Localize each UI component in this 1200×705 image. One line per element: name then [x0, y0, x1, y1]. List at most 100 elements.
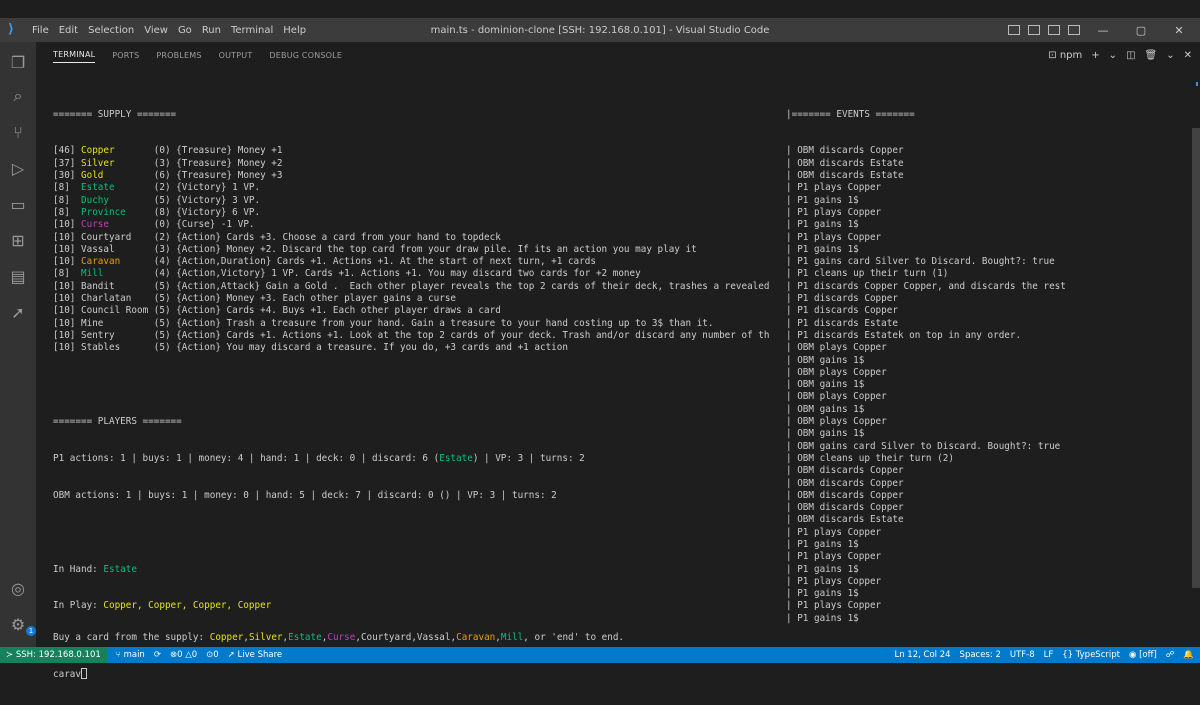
supply-description: {Victory} 3 VP.	[176, 194, 261, 206]
more-actions-icon[interactable]: ⌄	[1166, 50, 1174, 61]
supply-cost: (8)	[153, 206, 171, 218]
tab-output[interactable]: OUTPUT	[219, 48, 253, 63]
supply-card-name: Council Room	[81, 305, 149, 317]
split-terminal-icon[interactable]: ◫	[1126, 50, 1135, 61]
supply-card-name: Caravan	[81, 256, 121, 268]
prompt-option: Mill	[500, 631, 524, 643]
scrollbar-thumb[interactable]	[1192, 128, 1200, 588]
event-line: | P1 gains 1$	[786, 219, 859, 231]
live-share-button[interactable]: ➚ Live Share	[228, 650, 282, 660]
close-panel-icon[interactable]: ✕	[1184, 50, 1192, 61]
prompt-option: Curse	[327, 631, 356, 643]
extensions-icon[interactable]: ⊞	[8, 230, 28, 250]
language-mode[interactable]: {} TypeScript	[1062, 650, 1120, 660]
terminal-shell-selector[interactable]: ⊡ npm	[1048, 50, 1082, 61]
supply-cost: (4)	[153, 256, 171, 268]
new-terminal-icon[interactable]: +	[1091, 50, 1099, 61]
line-ending[interactable]: LF	[1044, 650, 1054, 660]
prompt-option: Caravan	[456, 631, 496, 643]
tab-ports[interactable]: PORTS	[112, 48, 139, 63]
accounts-icon[interactable]: ◎	[8, 578, 28, 598]
supply-row: [10] Courtyard (2) {Action} Cards +3. Cho…	[53, 232, 783, 244]
customize-layout-icon[interactable]	[1068, 25, 1080, 35]
vscode-logo-icon: ⟩	[8, 22, 14, 37]
menu-go[interactable]: Go	[178, 25, 192, 36]
source-control-icon[interactable]: ⑂	[8, 122, 28, 142]
maximize-button[interactable]: ▢	[1126, 24, 1156, 37]
chevron-down-icon[interactable]: ⌄	[1109, 50, 1117, 61]
supply-description: {Action} Cards +4. Buys +1. Each other p…	[176, 305, 501, 317]
kill-terminal-icon[interactable]: 🗑	[1145, 50, 1158, 61]
supply-row: [8] Duchy (5) {Victory} 3 VP.	[53, 195, 783, 207]
supply-cost: (5)	[153, 194, 171, 206]
supply-description: {Action} Cards +1. Actions +1. Look at t…	[176, 329, 770, 341]
toggle-panel-icon[interactable]	[1028, 25, 1040, 35]
obm-status-line: OBM actions: 1 | buys: 1 | money: 0 | ha…	[53, 489, 557, 501]
supply-count: [10]	[53, 305, 76, 317]
supply-description: {Action} You may discard a treasure. If …	[176, 342, 568, 354]
supply-card-name: Gold	[81, 170, 104, 182]
branch-indicator[interactable]: ⑂ main	[116, 650, 145, 660]
supply-cost: (2)	[153, 182, 171, 194]
tab-problems[interactable]: PROBLEMS	[156, 48, 201, 63]
terminal-icon: ⊡	[1048, 49, 1057, 61]
input-value[interactable]: carav	[53, 669, 81, 680]
sync-icon[interactable]: ⟳	[154, 650, 161, 660]
event-line: | P1 discards Copper	[786, 293, 898, 305]
cursor-position[interactable]: Ln 12, Col 24	[894, 650, 950, 660]
event-line: | P1 cleans up their turn (1)	[786, 268, 949, 280]
encoding[interactable]: UTF-8	[1010, 650, 1035, 660]
problems-indicator[interactable]: ⊗0 △0	[170, 650, 197, 660]
manage-gear-icon[interactable]: ⚙ 1	[8, 614, 36, 636]
close-window-button[interactable]: ✕	[1164, 24, 1194, 37]
testing-icon[interactable]: ▤	[8, 266, 28, 286]
supply-count: [46]	[53, 145, 76, 157]
minimize-button[interactable]: —	[1088, 24, 1118, 37]
supply-count: [8]	[53, 268, 76, 280]
tab-terminal[interactable]: TERMINAL	[53, 47, 96, 63]
supply-description: {Action} Trash a treasure from your hand…	[176, 317, 714, 329]
event-line: | P1 gains 1$	[786, 612, 859, 624]
prompt-option: ,Courtyard,Vassal,	[355, 631, 457, 643]
menu-edit[interactable]: Edit	[59, 25, 78, 36]
explorer-icon[interactable]: ❐	[8, 52, 28, 72]
supply-description: {Treasure} Money +3	[176, 170, 283, 182]
menu-selection[interactable]: Selection	[88, 25, 134, 36]
run-debug-icon[interactable]: ▷	[8, 158, 28, 178]
notifications-bell-icon[interactable]: 🔔	[1183, 650, 1194, 660]
feedback-icon[interactable]: ☍	[1166, 650, 1175, 660]
input-line[interactable]: carav	[53, 668, 624, 680]
indentation[interactable]: Spaces: 2	[960, 650, 1001, 660]
event-line: | OBM discards Copper	[786, 465, 904, 477]
supply-row: [10] Bandit (5) {Action,Attack} Gain a Go…	[53, 281, 783, 293]
event-line: | P1 plays Copper	[786, 575, 882, 587]
event-line: | OBM discards Estate	[786, 170, 904, 182]
terminal-view[interactable]: ======= SUPPLY ======= [46] Copper (0) {T…	[36, 68, 1192, 680]
p1-status-line: P1 actions: 1 | buys: 1 | money: 4 | han…	[53, 453, 783, 465]
supply-cost: (4)	[153, 268, 171, 280]
search-icon[interactable]: ⌕	[8, 86, 28, 106]
menu-help[interactable]: Help	[283, 25, 306, 36]
supply-card-name: Province	[81, 206, 126, 218]
menu-run[interactable]: Run	[202, 25, 221, 36]
supply-row: [8] Mill (4) {Action,Victory} 1 VP. Cards…	[53, 268, 783, 280]
prettier-status[interactable]: ◉ [off]	[1129, 650, 1157, 660]
ports-indicator[interactable]: ⊙0	[206, 650, 219, 660]
supply-card-name: Charlatan	[81, 293, 132, 305]
supply-card-name: Bandit	[81, 280, 115, 292]
events-column: |======= EVENTS ======= | OBM discards C…	[786, 84, 1186, 650]
remote-indicator[interactable]: ≻ SSH: 192.168.0.101	[0, 647, 107, 663]
event-line: | OBM cleans up their turn (2)	[786, 452, 954, 464]
tab-debug-console[interactable]: DEBUG CONSOLE	[269, 48, 342, 63]
menu-view[interactable]: View	[144, 25, 168, 36]
supply-cost: (2)	[153, 231, 171, 243]
prompt-option: Estate	[288, 631, 322, 643]
live-share-icon[interactable]: ➚	[8, 302, 28, 322]
menu-file[interactable]: File	[32, 25, 49, 36]
remote-explorer-icon[interactable]: ▭	[8, 194, 28, 214]
supply-cost: (5)	[153, 305, 171, 317]
terminal-scrollbar[interactable]	[1192, 68, 1200, 647]
toggle-primary-sidebar-icon[interactable]	[1008, 25, 1020, 35]
menu-terminal[interactable]: Terminal	[231, 25, 273, 36]
toggle-secondary-sidebar-icon[interactable]	[1048, 25, 1060, 35]
